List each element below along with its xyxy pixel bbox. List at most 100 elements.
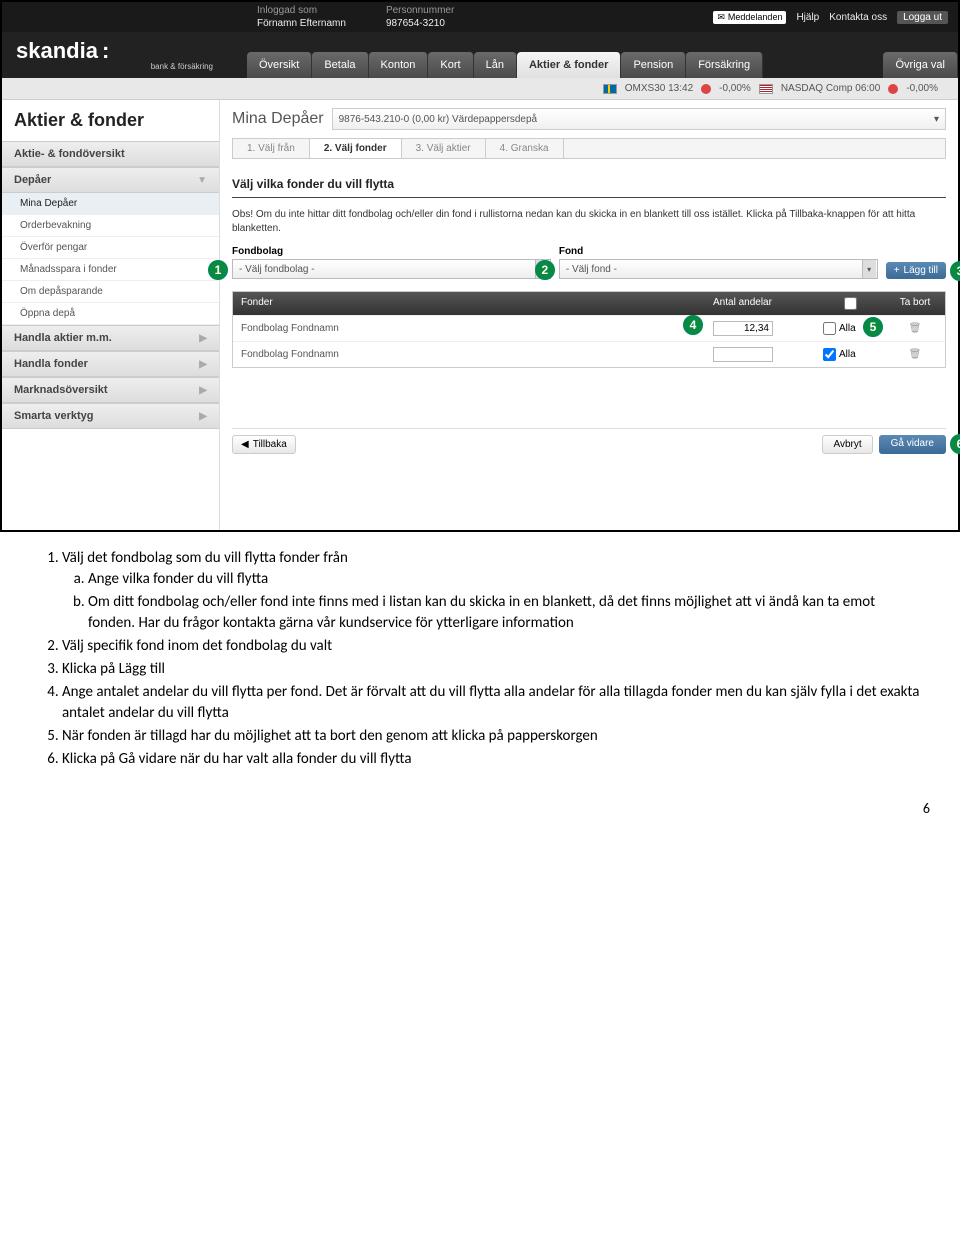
- depot-select[interactable]: 9876-543.210-0 (0,00 kr) Värdepappersdep…: [332, 108, 946, 130]
- instruction-1a: Ange vilka fonder du vill flytta: [88, 569, 920, 590]
- alla-checkbox[interactable]: [823, 322, 836, 335]
- grid-header-antal: Antal andelar: [705, 292, 815, 315]
- instruction-3: Klicka på Lägg till: [62, 659, 920, 680]
- back-button-label: Tillbaka: [253, 439, 287, 450]
- sidebar: Aktier & fonder Aktie- & fondöversikt De…: [2, 100, 220, 530]
- trash-icon: 🗑: [909, 323, 922, 334]
- instruction-1b: Om ditt fondbolag och/eller fond inte fi…: [88, 592, 920, 634]
- sidebar-item-manadsspara[interactable]: Månadsspara i fonder: [2, 259, 219, 281]
- ticker-down-icon: [701, 84, 711, 94]
- ticker-omx-name: OMXS30 13:42: [625, 83, 693, 94]
- grid-row: Fondbolag Fondnamn Alla 🗑: [233, 341, 945, 367]
- content-area: Mina Depåer 9876-543.210-0 (0,00 kr) Vär…: [220, 100, 958, 530]
- step-1[interactable]: 1. Välj från: [232, 138, 310, 159]
- sidebar-h-aktie-fondoversikt[interactable]: Aktie- & fondöversikt: [2, 141, 219, 167]
- dropdown-arrow-icon: ▾: [862, 260, 876, 278]
- sidebar-h-handla-fonder-label: Handla fonder: [14, 358, 88, 370]
- chevron-right-icon: [199, 385, 207, 396]
- ticker-nasdaq-val: -0,00%: [906, 83, 938, 94]
- sidebar-h-depaer[interactable]: Depåer: [2, 167, 219, 193]
- sidebar-h-marknadsoversikt-label: Marknadsöversikt: [14, 384, 108, 396]
- envelope-icon: ✉: [717, 12, 725, 23]
- instruction-1-text: Välj det fondbolag som du vill flytta fo…: [62, 549, 348, 567]
- content-title: Mina Depåer: [232, 110, 324, 128]
- sidebar-h-handla-aktier-label: Handla aktier m.m.: [14, 332, 112, 344]
- sidebar-h-handla-fonder[interactable]: Handla fonder: [2, 351, 219, 377]
- tab-lan[interactable]: Lån: [474, 52, 517, 78]
- sidebar-h-smarta-verktyg[interactable]: Smarta verktyg: [2, 403, 219, 429]
- delete-row-button[interactable]: 🗑: [885, 344, 945, 365]
- add-button-label: Lägg till: [904, 265, 938, 276]
- sidebar-h-handla-aktier[interactable]: Handla aktier m.m.: [2, 325, 219, 351]
- steps-filler: [563, 138, 946, 159]
- instruction-2: Välj specifik fond inom det fondbolag du…: [62, 636, 920, 657]
- annotation-circle-4: 4: [683, 315, 703, 335]
- chevron-down-icon: ▾: [934, 114, 939, 125]
- chevron-right-icon: [199, 411, 207, 422]
- pnr-value: 987654-3210: [386, 17, 454, 30]
- annotation-circle-3: 3: [950, 261, 960, 281]
- logga-ut-button[interactable]: Logga ut: [897, 11, 948, 24]
- fond-select[interactable]: - Välj fond - ▾: [559, 259, 878, 279]
- kontakta-link[interactable]: Kontakta oss: [829, 12, 887, 23]
- sidebar-title: Aktier & fonder: [2, 100, 219, 141]
- sidebar-h-depaer-label: Depåer: [14, 174, 51, 186]
- sidebar-h-smarta-verktyg-label: Smarta verktyg: [14, 410, 94, 422]
- tab-konton[interactable]: Konton: [369, 52, 429, 78]
- grid-row: Fondbolag Fondnamn 4 Alla 🗑 5: [233, 315, 945, 341]
- step-2[interactable]: 2. Välj fonder: [309, 138, 402, 159]
- logo-text: skandia: [16, 38, 98, 63]
- step-3[interactable]: 3. Välj aktier: [401, 138, 486, 159]
- delete-row-button[interactable]: 🗑 5: [885, 318, 945, 339]
- sidebar-item-mina-depaer[interactable]: Mina Depåer: [2, 193, 219, 215]
- tab-ovriga-val[interactable]: Övriga val: [883, 52, 958, 78]
- tab-oversikt[interactable]: Översikt: [247, 52, 312, 78]
- tab-pension[interactable]: Pension: [621, 52, 686, 78]
- sidebar-item-oppna-depa[interactable]: Öppna depå: [2, 303, 219, 325]
- grid-header-delete: Ta bort: [885, 292, 945, 315]
- select-all-checkbox[interactable]: [844, 297, 857, 310]
- instructions-section: Välj det fondbolag som du vill flytta fo…: [0, 532, 960, 788]
- tab-betala[interactable]: Betala: [312, 52, 368, 78]
- sidebar-item-orderbevakning[interactable]: Orderbevakning: [2, 215, 219, 237]
- next-button[interactable]: Gå vidare: [879, 435, 946, 454]
- antal-input[interactable]: [713, 321, 773, 336]
- chevron-right-icon: [199, 333, 207, 344]
- funds-grid: Fonder Antal andelar Ta bort Fondbolag F…: [232, 291, 946, 368]
- ticker-omx-val: -0,00%: [719, 83, 751, 94]
- sidebar-item-om-depasparande[interactable]: Om depåsparande: [2, 281, 219, 303]
- tab-kort[interactable]: Kort: [428, 52, 473, 78]
- fond-select-value: - Välj fond -: [566, 264, 617, 275]
- add-button[interactable]: + Lägg till: [886, 262, 946, 279]
- page-number: 6: [0, 788, 960, 829]
- sidebar-h-marknadsoversikt[interactable]: Marknadsöversikt: [2, 377, 219, 403]
- pnr-label: Personnummer: [386, 4, 454, 17]
- ticker-nasdaq-name: NASDAQ Comp 06:00: [781, 83, 881, 94]
- antal-input[interactable]: [713, 347, 773, 362]
- annotation-circle-2: 2: [535, 260, 555, 280]
- hjalp-link[interactable]: Hjälp: [796, 12, 819, 23]
- instruction-5: När fonden är tillagd har du möjlighet a…: [62, 726, 920, 747]
- alla-label: Alla: [839, 323, 856, 334]
- instruction-4: Ange antalet andelar du vill flytta per …: [62, 682, 920, 724]
- logo-subtitle: bank & försäkring: [16, 62, 213, 71]
- cancel-button[interactable]: Avbryt: [822, 435, 872, 454]
- tab-forsakring[interactable]: Försäkring: [686, 52, 763, 78]
- section-heading: Välj vilka fonder du vill flytta: [232, 171, 946, 198]
- back-button[interactable]: ◀ Tillbaka: [232, 435, 296, 454]
- tab-aktier-fonder[interactable]: Aktier & fonder: [517, 52, 621, 78]
- annotation-circle-6: 6: [950, 434, 960, 454]
- instruction-6: Klicka på Gå vidare när du har valt alla…: [62, 749, 920, 770]
- step-4[interactable]: 4. Granska: [485, 138, 564, 159]
- annotation-circle-5: 5: [863, 317, 883, 337]
- fondbolag-select[interactable]: - Välj fondbolag - ▾: [232, 259, 551, 279]
- wizard-steps: 1. Välj från 2. Välj fonder 3. Välj akti…: [232, 138, 946, 159]
- meddelanden-button[interactable]: ✉ Meddelanden: [713, 11, 786, 24]
- depot-select-value: 9876-543.210-0 (0,00 kr) Värdepappersdep…: [339, 114, 537, 125]
- trash-icon: 🗑: [909, 349, 922, 360]
- main-nav: skandia : bank & försäkring Översikt Bet…: [2, 32, 958, 78]
- sweden-flag-icon: [603, 84, 617, 94]
- alla-checkbox[interactable]: [823, 348, 836, 361]
- sidebar-item-overfor-pengar[interactable]: Överför pengar: [2, 237, 219, 259]
- meddelanden-label: Meddelanden: [728, 12, 783, 22]
